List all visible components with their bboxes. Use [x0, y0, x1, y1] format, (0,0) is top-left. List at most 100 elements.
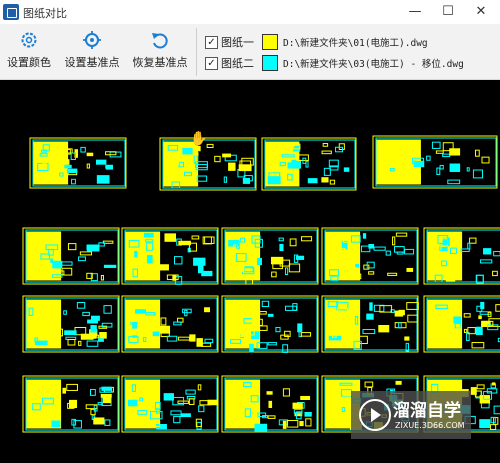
set-color-button[interactable]: 设置颜色 [6, 30, 52, 70]
cad-line [66, 168, 78, 174]
cad-line [254, 423, 268, 433]
cad-line [225, 299, 261, 349]
cad-line [304, 411, 312, 417]
cad-line [369, 302, 373, 311]
cad-line [196, 175, 208, 182]
cad-line [467, 242, 471, 250]
restore-base-point-label: 恢复基准点 [132, 56, 188, 69]
drawing-1-color-swatch[interactable] [262, 34, 278, 50]
cad-line [378, 325, 390, 333]
cad-line [159, 325, 171, 334]
cad-line [321, 150, 332, 155]
cad-line [79, 251, 93, 256]
cad-line [257, 257, 262, 266]
cad-line [249, 343, 254, 353]
cad-line [173, 415, 181, 424]
cad-line [479, 419, 491, 429]
cad-line [392, 236, 396, 246]
cad-line [282, 344, 289, 353]
cad-line [206, 143, 214, 149]
cad-line [49, 383, 61, 388]
cad-line [338, 143, 345, 150]
cad-line [439, 164, 444, 170]
cad-line [396, 251, 404, 255]
cad-line [378, 153, 385, 162]
cad-line [368, 244, 375, 249]
cad-line [271, 271, 277, 278]
cad-line [343, 327, 353, 333]
cad-line [189, 334, 196, 342]
cad-line [78, 256, 86, 262]
drawing-2-color-swatch[interactable] [262, 55, 278, 71]
cad-line [207, 399, 218, 406]
cad-line [404, 248, 415, 255]
app-icon [3, 4, 19, 20]
cad-line [134, 250, 138, 258]
maximize-button[interactable]: ☐ [431, 1, 465, 23]
cad-line [406, 267, 414, 272]
drawing-2-path: D:\新建文件夹\03(电施工) - 移位.dwg [283, 59, 464, 70]
close-button[interactable]: ✕ [464, 1, 498, 23]
cad-line [426, 155, 431, 161]
restore-base-point-button[interactable]: 恢复基准点 [130, 30, 190, 70]
cad-line [284, 267, 289, 276]
cad-line [300, 395, 311, 401]
cad-line [472, 169, 483, 179]
cad-line [241, 263, 245, 272]
set-color-label: 设置颜色 [7, 56, 51, 69]
cad-line [307, 178, 318, 184]
cad-line [197, 265, 204, 274]
cad-line [177, 336, 190, 341]
cad-line [178, 240, 191, 246]
drawing-1-checkbox[interactable]: ✓ [205, 36, 218, 49]
toolbar-separator [196, 28, 197, 76]
cad-line [267, 176, 281, 185]
cad-line [398, 309, 405, 316]
cad-line [401, 154, 412, 161]
cad-line [427, 299, 463, 349]
cad-line [51, 420, 61, 428]
set-base-point-label: 设置基准点 [64, 56, 120, 69]
cad-line [476, 384, 485, 390]
cad-line [37, 263, 48, 268]
minimize-button[interactable]: — [398, 1, 432, 23]
cad-line [373, 246, 386, 251]
cad-line [64, 330, 77, 336]
cad-line [453, 316, 462, 324]
cad-line [93, 417, 105, 425]
cad-line [156, 264, 169, 271]
cad-line [182, 147, 193, 155]
cad-line [387, 272, 398, 276]
drawing-1-label: 图纸一 [221, 36, 254, 49]
cad-line [129, 318, 138, 323]
cad-line [201, 342, 212, 347]
cad-line [90, 325, 97, 333]
cad-line [104, 419, 111, 426]
drawing-2-checkbox[interactable]: ✓ [205, 57, 218, 70]
cad-line [373, 304, 385, 312]
cad-line [80, 146, 86, 153]
cad-line [62, 387, 66, 394]
cad-line [282, 388, 290, 397]
cad-line [96, 175, 110, 184]
cad-line [325, 299, 361, 349]
cad-line [432, 255, 444, 259]
cad-line [463, 328, 468, 334]
cad-line [60, 261, 73, 266]
cad-line [235, 412, 245, 421]
cad-line [481, 156, 490, 164]
cad-line [97, 338, 104, 342]
cad-line [86, 152, 94, 157]
cad-line [172, 274, 177, 281]
cad-line [196, 421, 202, 430]
cad-line [173, 321, 182, 326]
cad-line [188, 398, 195, 405]
cad-line [362, 329, 376, 335]
set-base-point-button[interactable]: 设置基准点 [64, 30, 120, 70]
cad-line [478, 315, 482, 320]
cad-line [98, 242, 105, 247]
cad-line [449, 163, 461, 172]
window-title: 图纸对比 [23, 7, 67, 20]
cad-line [471, 342, 485, 349]
cad-line [300, 332, 312, 337]
